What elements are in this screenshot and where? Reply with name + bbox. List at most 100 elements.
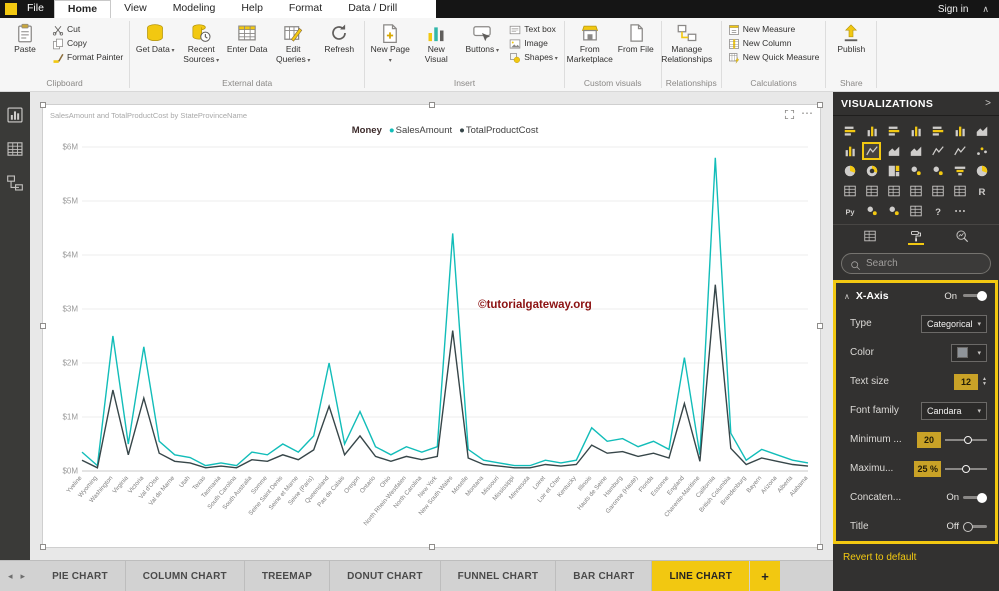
shapes-button[interactable]: Shapes ▾ xyxy=(507,51,560,63)
visual-icon-slicer[interactable] xyxy=(906,182,925,200)
model-view-icon[interactable] xyxy=(6,174,24,192)
x-axis-toggle[interactable] xyxy=(963,291,987,301)
menu-tab-format[interactable]: Format xyxy=(276,0,335,18)
text-box-button[interactable]: Text box xyxy=(507,23,560,35)
visual-icon-clustered-bar[interactable] xyxy=(884,122,903,140)
visual-icon-stacked-bar[interactable] xyxy=(840,122,859,140)
visual-icon-100-stacked-column[interactable] xyxy=(950,122,969,140)
resize-handle[interactable] xyxy=(40,102,46,108)
get-data-button[interactable]: Get Data ▾ xyxy=(134,21,176,55)
manage-relationships-button[interactable]: Manage Relationships xyxy=(661,21,712,65)
data-view-icon[interactable] xyxy=(6,140,24,158)
new-page-button[interactable]: New Page ▾ xyxy=(369,21,411,65)
resize-handle[interactable] xyxy=(428,544,435,550)
resize-handle[interactable] xyxy=(428,102,435,108)
page-tab-column-chart[interactable]: COLUMN CHART xyxy=(126,561,245,591)
maximum-size-slider[interactable] xyxy=(945,464,987,474)
visual-icon-pie[interactable] xyxy=(840,162,859,180)
pane-tab-fields[interactable] xyxy=(862,229,878,245)
pane-tab-analytics[interactable] xyxy=(954,229,970,245)
resize-handle[interactable] xyxy=(817,544,823,550)
from-marketplace-button[interactable]: From Marketplace xyxy=(567,21,613,65)
visual-icon-arcgis-map[interactable] xyxy=(884,202,903,220)
visual-icon-table[interactable] xyxy=(928,182,947,200)
new-quick-measure-button[interactable]: New Quick Measure xyxy=(726,51,822,64)
recent-sources-button[interactable]: Recent Sources ▾ xyxy=(180,21,222,65)
visual-icon-kpi[interactable] xyxy=(884,182,903,200)
visual-icon-clustered-column[interactable] xyxy=(906,122,925,140)
text-size-stepper[interactable]: ▲ ▼ xyxy=(982,376,987,387)
visual-icon-shape-map[interactable] xyxy=(862,202,881,220)
report-canvas[interactable]: $0M $1M $2M $3M $4M $5M $6M Yveline Wyoming Washi… xyxy=(30,92,833,560)
line-chart-visual[interactable]: $0M $1M $2M $3M $4M $5M $6M Yveline Wyoming Washi… xyxy=(40,102,823,550)
page-tab-pie-chart[interactable]: PIE CHART xyxy=(35,561,126,591)
visual-icon-matrix[interactable] xyxy=(950,182,969,200)
resize-handle[interactable] xyxy=(40,323,46,329)
concatenate-toggle[interactable] xyxy=(963,492,987,503)
pane-tab-format[interactable] xyxy=(908,229,924,245)
panel-expand-icon[interactable]: > xyxy=(985,98,991,109)
report-view-icon[interactable] xyxy=(6,106,24,124)
cut-button[interactable]: Cut xyxy=(50,23,125,36)
visual-icon-card[interactable] xyxy=(840,182,859,200)
resize-handle[interactable] xyxy=(40,544,46,550)
resize-handle[interactable] xyxy=(817,102,823,108)
text-size-input[interactable]: 12 xyxy=(954,373,979,390)
visual-icon-r-script[interactable]: R xyxy=(972,182,991,200)
collapse-ribbon-icon[interactable]: ∧ xyxy=(982,4,989,15)
visual-icon-filled-map[interactable] xyxy=(928,162,947,180)
new-visual-button[interactable]: New Visual xyxy=(415,21,457,65)
visual-icon-multi-row-card[interactable] xyxy=(862,182,881,200)
visual-icon-area[interactable] xyxy=(884,142,903,160)
page-nav-forward-icon[interactable]: ▸ xyxy=(21,571,26,582)
x-axis-section-header[interactable]: ∧ X-Axis On xyxy=(836,283,995,309)
paste-button[interactable]: Paste xyxy=(4,21,46,55)
visual-icon-ribbon-chart[interactable] xyxy=(972,122,991,140)
file-menu-tab[interactable]: File xyxy=(21,0,54,18)
page-tab-funnel-chart[interactable]: FUNNEL CHART xyxy=(441,561,557,591)
page-tab-donut-chart[interactable]: DONUT CHART xyxy=(330,561,441,591)
visual-icon-treemap[interactable] xyxy=(884,162,903,180)
search-input[interactable]: Search xyxy=(841,253,991,274)
add-page-button[interactable]: + xyxy=(750,561,781,591)
sign-in-button[interactable]: Sign in xyxy=(938,4,969,15)
visual-icon-line[interactable] xyxy=(862,142,881,160)
minimum-width-input[interactable]: 20 xyxy=(917,431,941,448)
visual-icon-funnel[interactable] xyxy=(950,162,969,180)
new-column-button[interactable]: New Column xyxy=(726,37,822,49)
visual-icon-line-stacked-column[interactable] xyxy=(928,142,947,160)
color-picker[interactable]: ▾ xyxy=(951,343,987,362)
visual-icon-100-stacked-bar[interactable] xyxy=(928,122,947,140)
visual-icon-line-clustered-column[interactable] xyxy=(950,142,969,160)
visual-icon-waterfall[interactable] xyxy=(840,142,859,160)
page-tab-bar-chart[interactable]: BAR CHART xyxy=(556,561,653,591)
visual-icon-python[interactable]: Py xyxy=(840,202,859,220)
minimum-width-slider[interactable] xyxy=(945,435,987,445)
menu-tab-help[interactable]: Help xyxy=(228,0,276,18)
resize-handle[interactable] xyxy=(817,323,823,329)
image-button[interactable]: Image xyxy=(507,37,560,49)
refresh-button[interactable]: Refresh xyxy=(318,21,360,55)
new-measure-button[interactable]: New Measure xyxy=(726,23,822,35)
page-nav-back-icon[interactable]: ◂ xyxy=(8,571,13,582)
font-family-dropdown[interactable]: Candara ▾ xyxy=(921,401,987,420)
visual-icon-gauge[interactable] xyxy=(972,162,991,180)
from-file-button[interactable]: From File xyxy=(615,21,657,55)
title-toggle[interactable] xyxy=(963,521,987,532)
visual-icon-stacked-area[interactable] xyxy=(906,142,925,160)
type-dropdown[interactable]: Categorical ▾ xyxy=(921,314,987,333)
format-painter-button[interactable]: Format Painter xyxy=(50,51,125,63)
visual-icon-paginated[interactable] xyxy=(906,202,925,220)
visual-icon-qa[interactable]: ? xyxy=(928,202,947,220)
buttons-button[interactable]: Buttons ▾ xyxy=(461,21,503,55)
maximum-size-input[interactable]: 25 % xyxy=(914,460,941,477)
revert-to-default-link[interactable]: Revert to default xyxy=(843,552,999,563)
edit-queries-button[interactable]: Edit Queries ▾ xyxy=(272,21,314,65)
menu-tab-view[interactable]: View xyxy=(111,0,160,18)
visual-icon-stacked-column[interactable] xyxy=(862,122,881,140)
visual-icon-more-options[interactable] xyxy=(950,202,969,220)
copy-button[interactable]: Copy xyxy=(50,37,125,50)
focus-mode-icon[interactable] xyxy=(784,107,795,120)
visual-icon-map[interactable] xyxy=(906,162,925,180)
enter-data-button[interactable]: Enter Data xyxy=(226,21,268,55)
